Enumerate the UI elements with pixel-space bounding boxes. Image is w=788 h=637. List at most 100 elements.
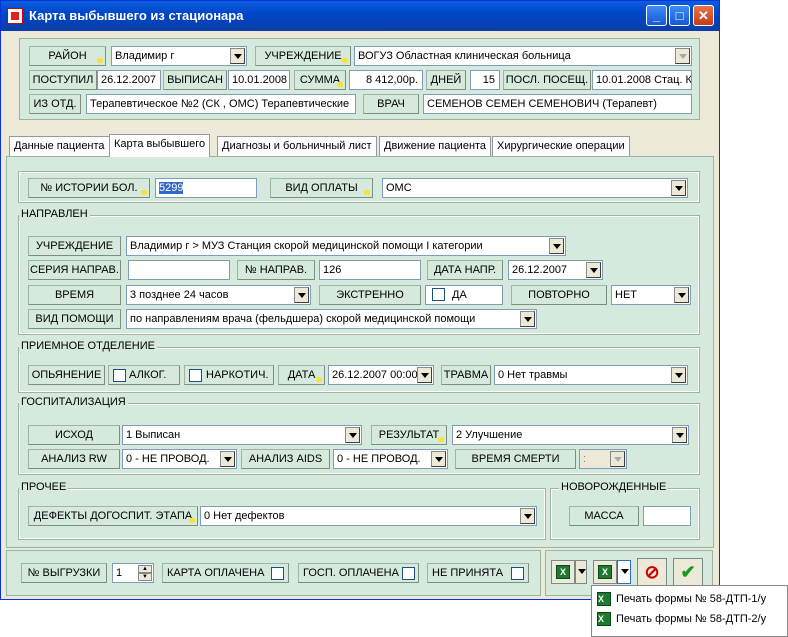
karta-field[interactable]: КАРТА ОПЛАЧЕНА [162,563,289,583]
karta-label: КАРТА ОПЛАЧЕНА [167,567,265,579]
excel-icon: X [597,592,611,606]
chevron-down-icon[interactable] [586,262,601,278]
opyan-label: ОПЬЯНЕНИЕ [28,365,105,385]
vidopl-value: ОМС [386,182,412,194]
tab-diagnoses[interactable]: Диагнозы и больничный лист [217,136,377,156]
export-menu-arrow[interactable] [575,560,587,584]
ekstr-checkbox[interactable] [432,288,445,301]
vidpom-select[interactable]: по направлениям врача (фельдшера) скорой… [126,309,537,329]
cancel-icon: ⊘ [644,562,660,582]
tab-movement[interactable]: Движение пациента [379,136,492,156]
rez-select[interactable]: 2 Улучшение [452,425,689,445]
tab-patient-data[interactable]: Данные пациента [9,136,110,156]
spin-down-icon[interactable]: ▼ [138,573,152,581]
napr-uchr-select[interactable]: Владимир г > МУЗ Станция скорой медицинс… [126,236,566,256]
spin-up-icon[interactable]: ▲ [138,565,152,573]
gosp-opl-label: ГОСП. ОПЛАЧЕНА [303,567,399,579]
chevron-down-icon[interactable] [671,367,686,383]
chevron-down-icon[interactable] [294,287,309,303]
export-excel-button[interactable]: X [551,560,575,584]
chevron-down-icon[interactable] [610,451,625,467]
karta-checkbox[interactable] [271,567,284,580]
close-button[interactable]: ✕ [693,5,714,26]
chevron-down-icon[interactable] [220,451,235,467]
chevron-down-icon[interactable] [345,427,360,443]
travma-label: ТРАВМА [441,365,491,385]
nark-label: НАРКОТИЧ. [206,369,269,381]
summa-field[interactable]: 8 412,00р. [349,70,423,90]
vremya-value: 3 позднее 24 часов [130,289,229,301]
vremya-label: ВРЕМЯ [28,285,121,305]
nom-napr-field[interactable]: 126 [319,260,421,280]
posl-field[interactable]: 10.01.2008 Стац. К [592,70,692,90]
travma-select[interactable]: 0 Нет травмы [494,365,688,385]
alk-checkbox[interactable] [113,369,126,382]
chevron-down-icon[interactable] [520,311,535,327]
chevron-down-icon[interactable] [672,427,687,443]
print-menu-arrow[interactable] [617,560,631,584]
posl-label: ПОСЛ. ПОСЕЩ. [503,70,591,90]
gosp-opl-checkbox[interactable] [402,567,415,580]
chevron-down-icon[interactable] [520,508,535,524]
ok-button[interactable]: ✔ [673,558,703,586]
chevron-down-icon[interactable] [417,367,432,383]
vrach-field[interactable]: СЕМЕНОВ СЕМЕН СЕМЕНОВИЧ (Терапевт) [423,94,692,114]
app-icon [7,8,23,24]
raion-label: РАЙОН [29,46,106,66]
chevron-down-icon[interactable] [230,48,245,64]
vidpom-label: ВИД ПОМОЩИ [28,309,121,329]
alk-field[interactable]: АЛКОГ. [108,365,180,385]
vypisan-field[interactable]: 10.01.2008 [228,70,290,90]
vs-value: : [583,453,587,465]
postupil-field[interactable]: 26.12.2007 [97,70,161,90]
prochee-title: ПРОЧЕЕ [19,481,69,494]
povt-select[interactable]: НЕТ [611,285,691,305]
ishod-select[interactable]: 1 Выписан [122,425,362,445]
nib-label: № ИСТОРИИ БОЛ. [28,178,150,198]
vidopl-select[interactable]: ОМС [382,178,688,198]
cancel-button[interactable]: ⊘ [637,558,667,586]
excel-icon: X [556,565,570,580]
menu-item-form2[interactable]: X Печать формы № 58-ДТП-2/у [594,609,784,629]
povt-value: НЕТ [615,289,637,301]
priem-data-value: 26.12.2007 00:00 [332,369,418,381]
gosp-opl-field[interactable]: ГОСП. ОПЛАЧЕНА [298,563,419,583]
vygr-field[interactable]: 1 ▲ ▼ [112,563,154,583]
ekstr-field[interactable]: ДА [425,285,503,305]
aids-select[interactable]: 0 - НЕ ПРОВОД. [333,449,448,469]
chevron-down-icon[interactable] [549,238,564,254]
priem-title: ПРИЕМНОЕ ОТДЕЛЕНИЕ [19,340,157,353]
maximize-button[interactable]: □ [669,5,690,26]
rw-select[interactable]: 0 - НЕ ПРОВОД. [122,449,237,469]
data-napr-field[interactable]: 26.12.2007 [508,260,603,280]
uchr-select[interactable]: ВОГУЗ Областная клиническая больница [354,46,692,66]
chevron-down-icon[interactable] [671,180,686,196]
menu-item-form1[interactable]: X Печать формы № 58-ДТП-1/у [594,589,784,609]
tab-discharge-card[interactable]: Карта выбывшего [109,134,211,157]
vypisan-label: ВЫПИСАН [163,70,227,90]
def-label: ДЕФЕКТЫ ДОГОСПИТ. ЭТАПА [28,506,198,526]
def-select[interactable]: 0 Нет дефектов [200,506,537,526]
dney-field[interactable]: 15 [470,70,500,90]
gosp-title: ГОСПИТАЛИЗАЦИЯ [19,396,128,409]
nib-field[interactable]: 5299 [155,178,257,198]
nepr-field[interactable]: НЕ ПРИНЯТА [427,563,529,583]
massa-field[interactable] [643,506,691,526]
seria-field[interactable] [128,260,230,280]
nark-field[interactable]: НАРКОТИЧ. [184,365,274,385]
minimize-button[interactable]: _ [646,5,667,26]
vrach-label: ВРАЧ [363,94,419,114]
vs-field[interactable]: : [579,449,627,469]
nark-checkbox[interactable] [189,369,202,382]
vremya-select[interactable]: 3 позднее 24 часов [126,285,311,305]
vs-label: ВРЕМЯ СМЕРТИ [455,449,576,469]
chevron-down-icon[interactable] [431,451,446,467]
izotd-field[interactable]: Терапевтическое №2 (СК , ОМС) Терапевтич… [86,94,356,114]
nepr-checkbox[interactable] [511,567,524,580]
tab-surgery[interactable]: Хирургические операции [492,136,630,156]
priem-data-field[interactable]: 26.12.2007 00:00 [328,365,434,385]
print-forms-button[interactable]: X [593,560,617,584]
chevron-down-icon[interactable] [674,287,689,303]
raion-select[interactable]: Владимир г [111,46,247,66]
chevron-down-icon[interactable] [675,48,690,64]
